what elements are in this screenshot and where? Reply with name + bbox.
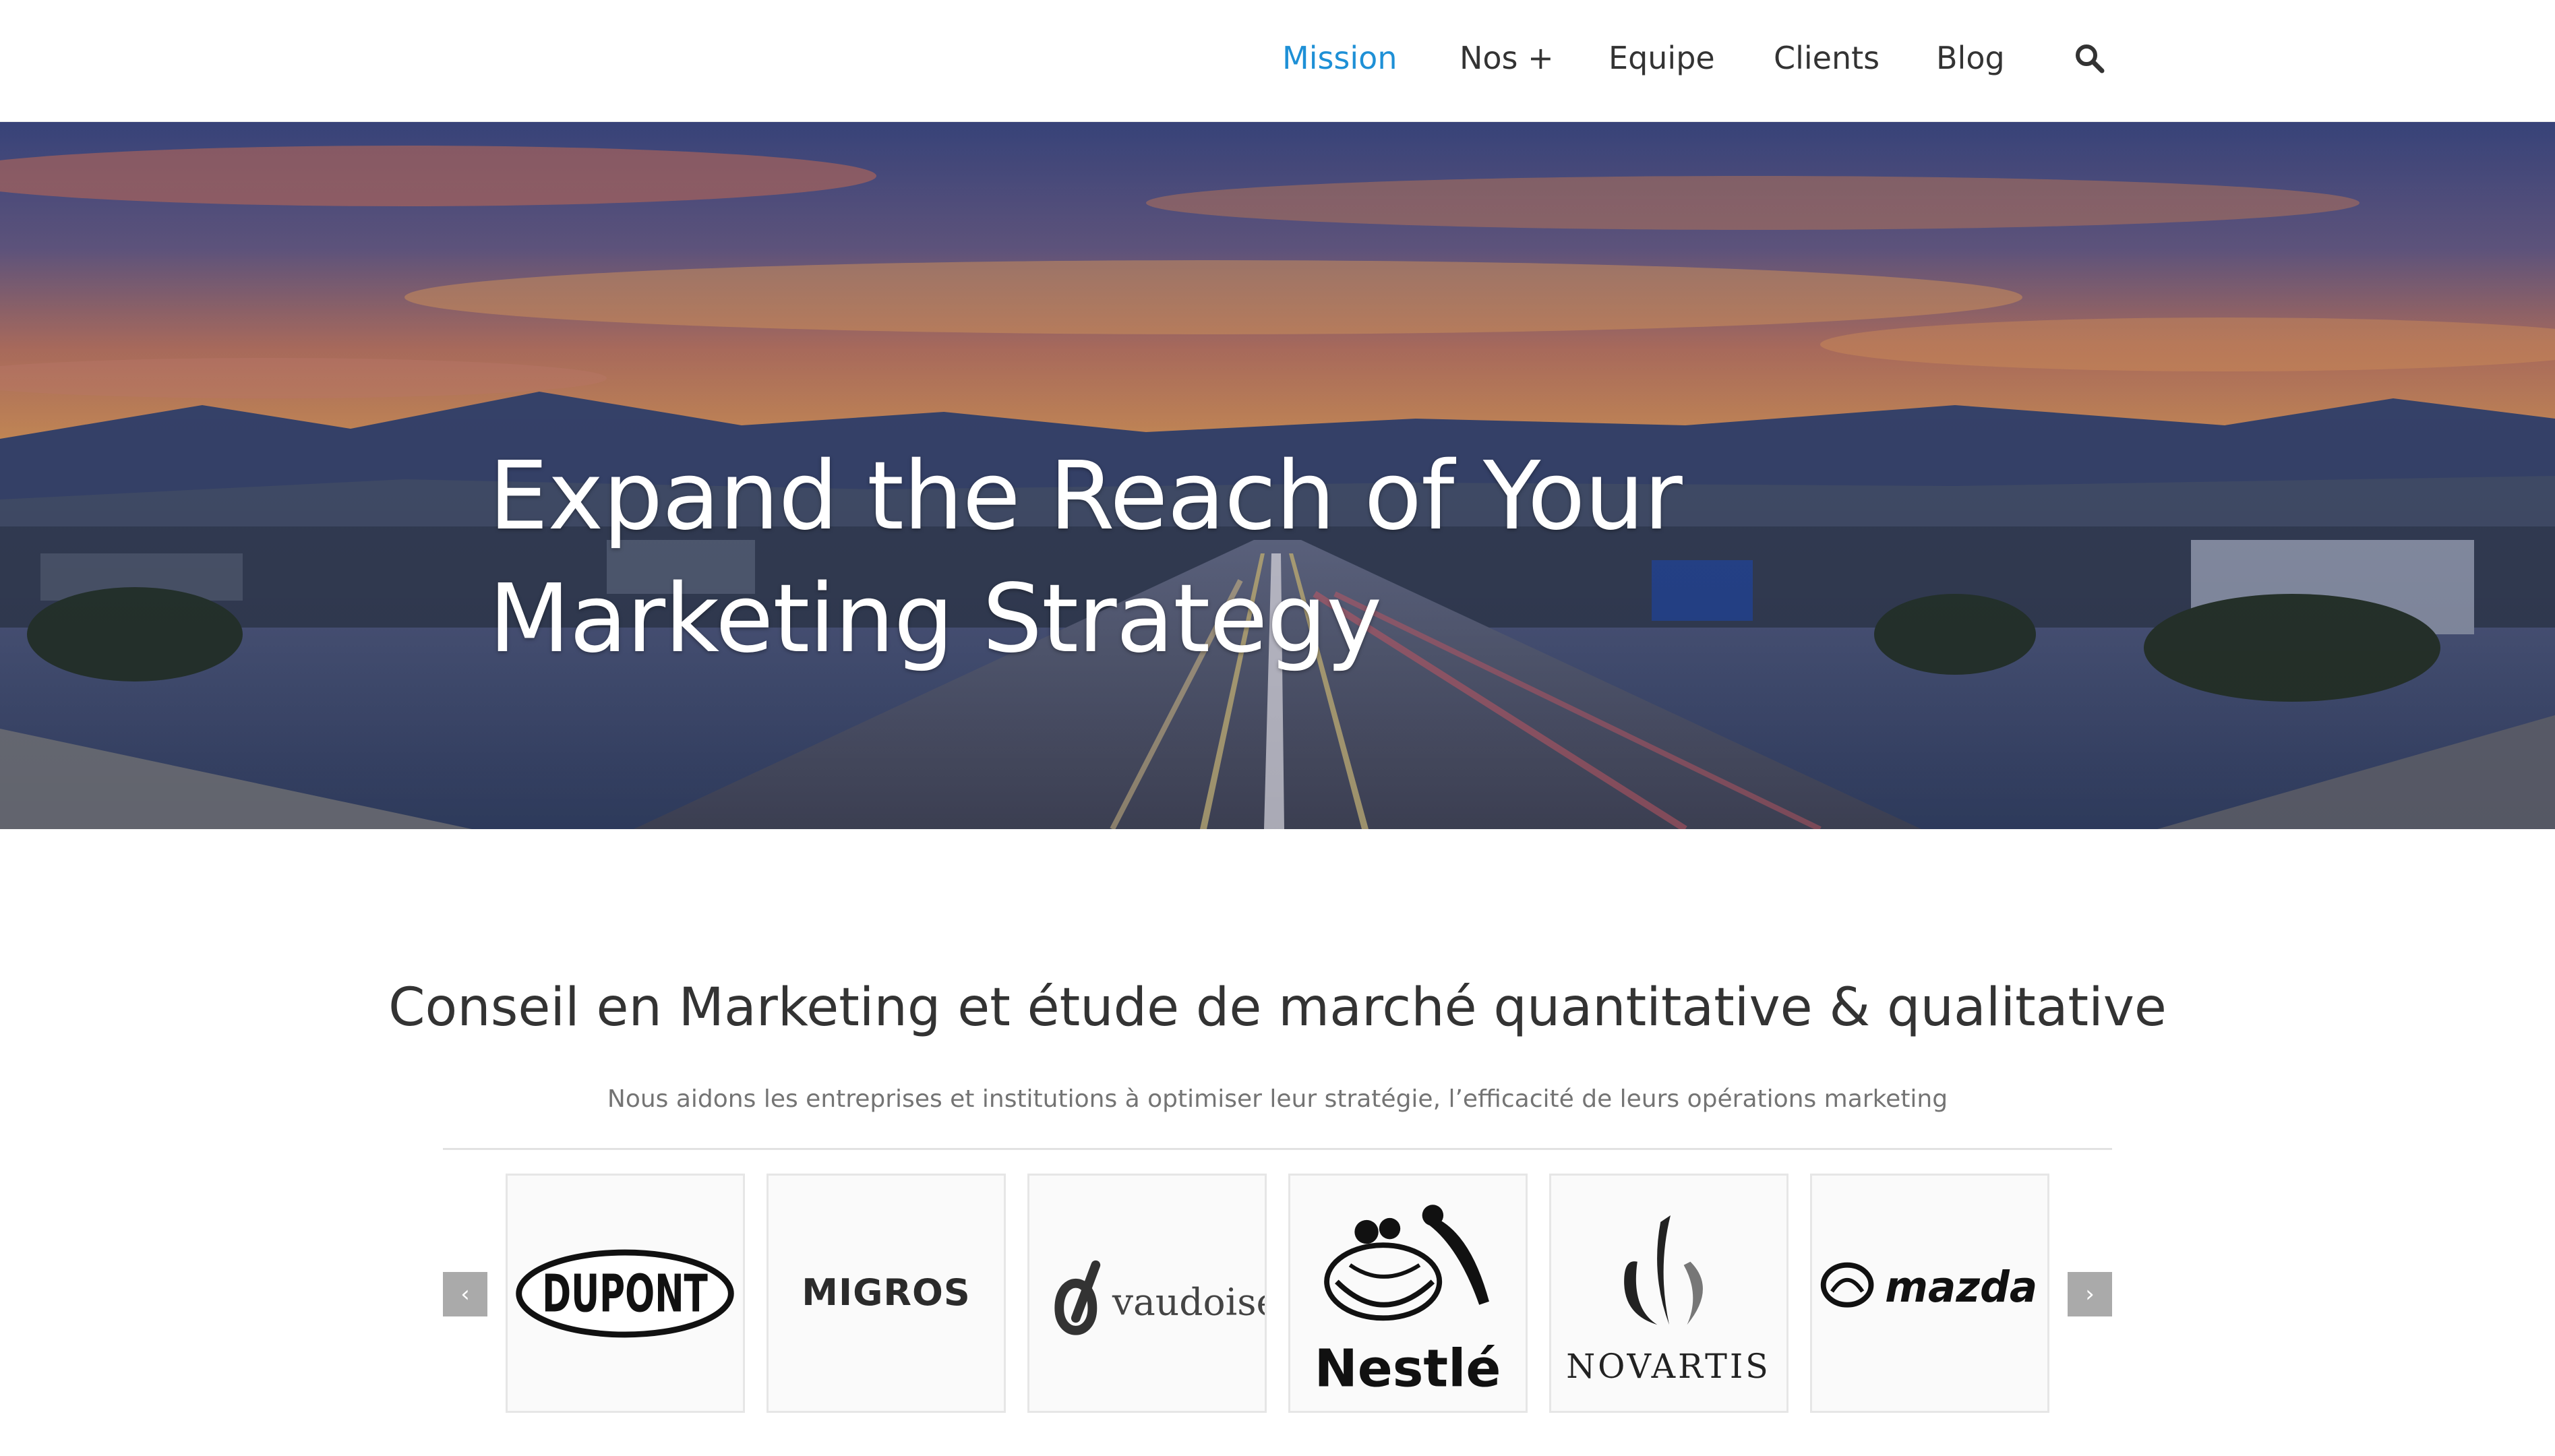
svg-text:Nestlé: Nestlé (1315, 1339, 1501, 1399)
section-subtitle: Nous aidons les entreprises et instituti… (607, 1085, 1948, 1113)
client-logo-vaudoise[interactable]: vaudoise (1027, 1174, 1267, 1413)
client-logo-migros[interactable]: MIGROS (766, 1174, 1006, 1413)
main-nav: Mission Nos + Equipe Clients Blog (0, 0, 2555, 122)
site-header: Mission Nos + Equipe Clients Blog (0, 0, 2555, 122)
nav-item-mission[interactable]: Mission (1282, 38, 1397, 78)
mazda-logo: mazda (1820, 1262, 2037, 1312)
client-logo-nestle[interactable]: Nestlé (1288, 1174, 1528, 1413)
hero-title: Expand the Reach of Your Marketing Strat… (489, 442, 1683, 674)
carousel-prev-button[interactable]: ‹ (443, 1272, 487, 1316)
dupont-logo: DUPONT (516, 1249, 734, 1338)
svg-text:DUPONT: DUPONT (542, 1265, 708, 1325)
nav-item-clients[interactable]: Clients (1774, 38, 1880, 78)
client-logo-dupont[interactable]: DUPONT (506, 1174, 745, 1413)
migros-logo: MIGROS (802, 1271, 971, 1314)
vaudoise-logo: vaudoise (1054, 1260, 1265, 1335)
novartis-logo: NOVARTIS (1566, 1215, 1771, 1386)
nav-item-equipe[interactable]: Equipe (1609, 38, 1715, 78)
client-logo-novartis[interactable]: NOVARTIS (1549, 1174, 1788, 1413)
search-icon[interactable] (2073, 42, 2105, 74)
nav-item-blog[interactable]: Blog (1936, 38, 2005, 78)
nestle-logo: Nestlé (1315, 1205, 1501, 1399)
client-logo-mazda[interactable]: mazda (1810, 1174, 2049, 1413)
svg-text:NOVARTIS: NOVARTIS (1566, 1347, 1771, 1386)
nav-item-nos-plus[interactable]: Nos + (1460, 38, 1554, 78)
svg-text:vaudoise: vaudoise (1112, 1280, 1265, 1323)
svg-text:mazda: mazda (1885, 1263, 2037, 1312)
section-title: Conseil en Marketing et étude de marché … (388, 977, 2167, 1038)
divider (443, 1148, 2112, 1150)
hero-banner: Expand the Reach of Your Marketing Strat… (0, 122, 2555, 829)
carousel-next-button[interactable]: › (2068, 1272, 2112, 1316)
